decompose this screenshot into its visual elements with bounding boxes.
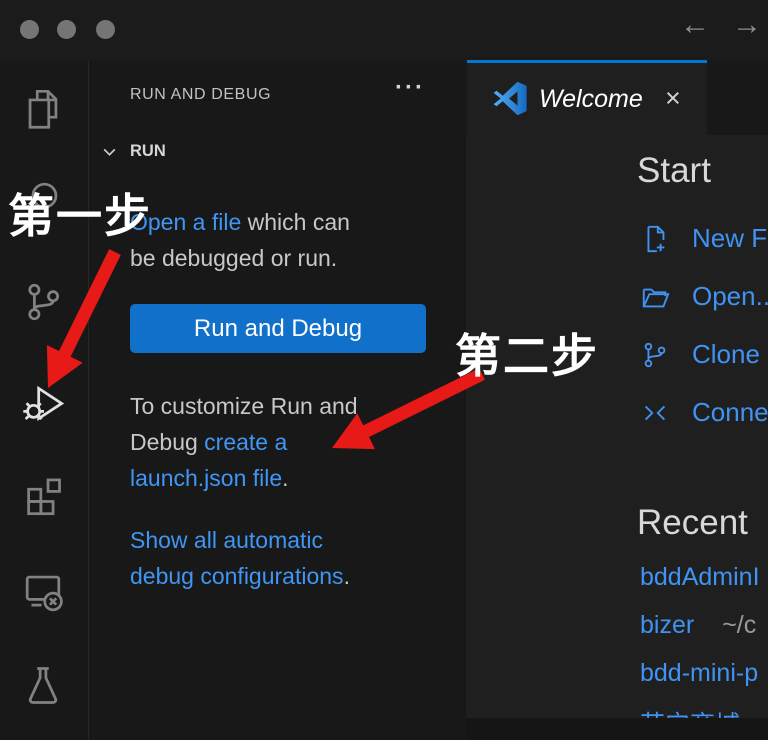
recent-item: bddAdminI	[640, 563, 760, 592]
testing-icon[interactable]	[20, 662, 66, 708]
activity-bar	[0, 60, 89, 740]
welcome-page: Start New File... Open... Clone Git Repo…	[466, 135, 768, 718]
start-label: New File...	[692, 223, 768, 254]
hint-text: be debugged or run.	[130, 245, 337, 271]
customize-hint: To customize Run and Debug create a laun…	[130, 388, 430, 496]
recent-link[interactable]: bizer	[640, 611, 694, 639]
recent-item: 苏宁商城	[640, 705, 740, 718]
open-link[interactable]: Open...	[640, 281, 768, 312]
files-icon[interactable]	[20, 87, 66, 133]
start-label: Clone Git Repository...	[692, 339, 768, 370]
start-heading: Start	[637, 151, 711, 191]
window-zoom-button[interactable]	[96, 20, 115, 39]
window-close-button[interactable]	[20, 20, 39, 39]
tab-label: Welcome	[539, 85, 643, 114]
extensions-icon[interactable]	[20, 472, 66, 518]
start-label: Connect to...	[692, 397, 768, 428]
vscode-logo-icon	[493, 80, 528, 117]
hint-text: Debug	[130, 429, 204, 455]
chevron-down-icon	[101, 143, 118, 160]
panel-title: RUN AND DEBUG	[130, 86, 271, 104]
create-launch-json-link[interactable]: create a	[204, 429, 287, 455]
tab-welcome[interactable]: Welcome ×	[467, 60, 707, 135]
window-minimize-button[interactable]	[57, 20, 76, 39]
run-section-label: RUN	[130, 142, 166, 161]
run-and-debug-button[interactable]: Run and Debug	[130, 304, 426, 353]
hint-text: which can	[241, 209, 350, 235]
hint-text: .	[282, 465, 288, 491]
hint-text: To customize Run and	[130, 393, 358, 419]
open-file-hint: Open a file which can be debugged or run…	[130, 204, 430, 276]
connect-to-link[interactable]: Connect to...	[640, 397, 768, 428]
recent-item: bdd-mini-p	[640, 659, 758, 688]
run-section-header[interactable]: RUN	[101, 142, 166, 161]
tab-close-icon[interactable]: ×	[665, 83, 681, 114]
git-branch-icon	[640, 340, 670, 370]
show-debug-configurations-link[interactable]: Show all automatic	[130, 527, 323, 553]
recent-item: bizer ~/c	[640, 611, 756, 640]
recent-link[interactable]: bdd-mini-p	[640, 659, 758, 687]
remote-connect-icon	[640, 398, 670, 428]
new-file-link[interactable]: New File...	[640, 223, 768, 254]
new-file-icon	[640, 224, 670, 254]
run-and-debug-panel: RUN AND DEBUG ··· RUN Open a file which …	[89, 60, 466, 740]
hint-text: .	[344, 563, 350, 589]
create-launch-json-link[interactable]: launch.json file	[130, 465, 282, 491]
editor-group: Welcome × Start New File... Open... Clon…	[466, 60, 768, 740]
run-and-debug-icon[interactable]	[20, 379, 66, 425]
source-control-icon[interactable]	[20, 279, 66, 325]
open-folder-icon	[640, 282, 670, 312]
titlebar: ← →	[0, 0, 768, 60]
nav-forward-icon[interactable]: →	[730, 8, 764, 42]
recent-path: ~/c	[722, 611, 756, 639]
show-debug-configurations-link[interactable]: debug configurations	[130, 563, 344, 589]
recent-link[interactable]: 苏宁商城	[640, 711, 740, 718]
recent-heading: Recent	[637, 503, 748, 543]
remote-explorer-icon[interactable]	[20, 567, 66, 613]
nav-back-icon[interactable]: ←	[678, 8, 712, 42]
clone-repository-link[interactable]: Clone Git Repository...	[640, 339, 768, 370]
recent-link[interactable]: bddAdminI	[640, 563, 760, 591]
step1-annotation: 第一步	[8, 180, 152, 246]
show-configs-hint: Show all automatic debug configurations.	[130, 522, 430, 594]
start-label: Open...	[692, 281, 768, 312]
more-actions-icon[interactable]: ···	[395, 74, 425, 102]
step2-annotation: 第二步	[455, 320, 599, 386]
editor-bottom-strip	[466, 718, 768, 740]
